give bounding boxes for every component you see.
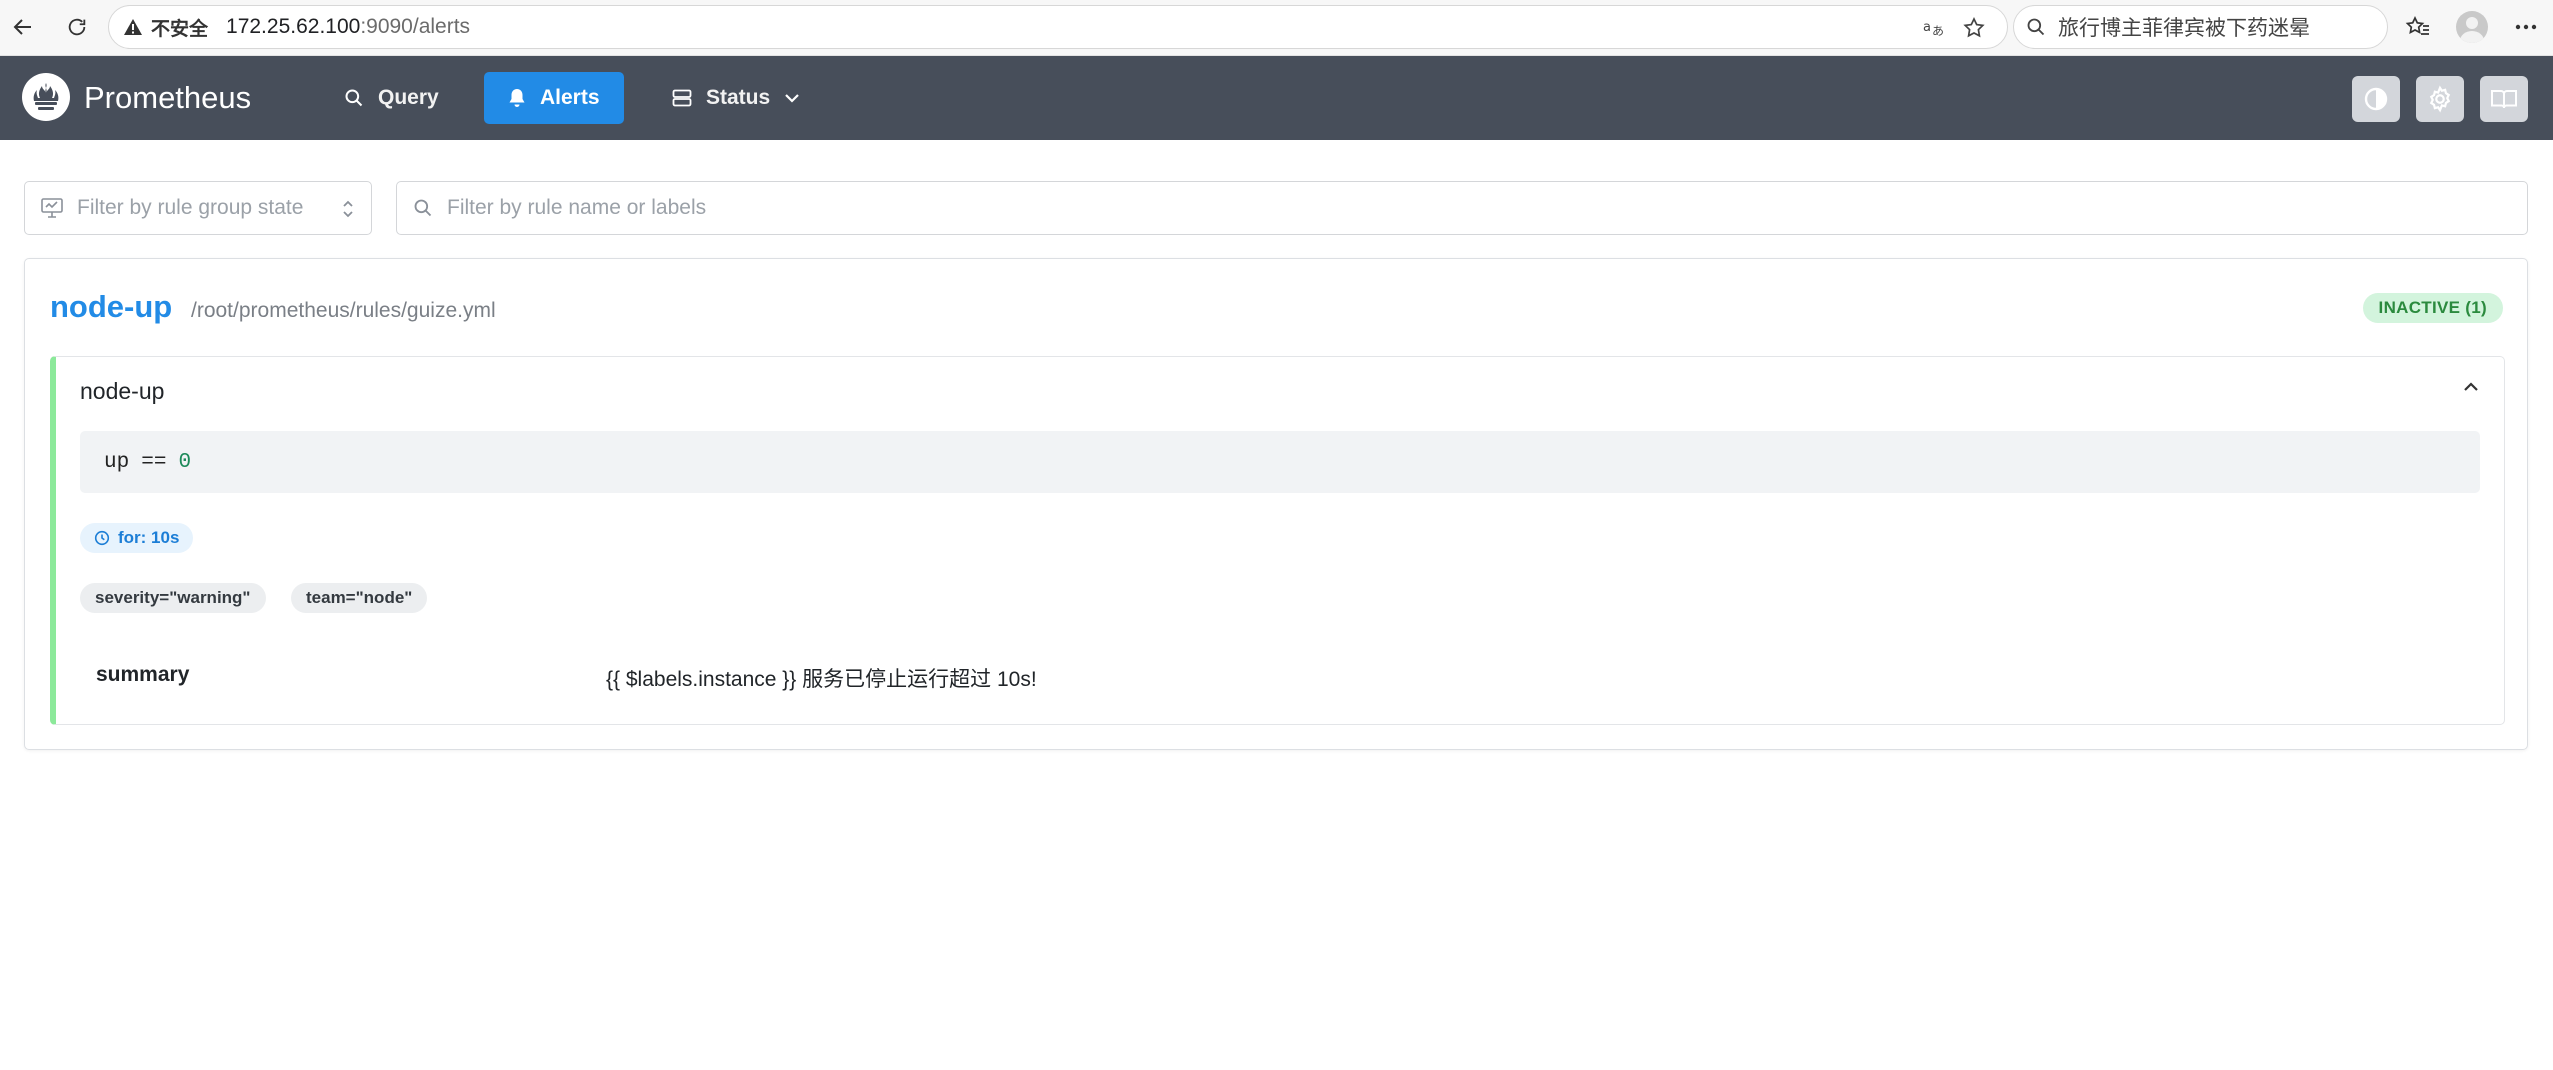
expr-metric: up: [104, 450, 130, 474]
rule-group-card: node-up /root/prometheus/rules/guize.yml…: [24, 258, 2528, 750]
rule-group-name[interactable]: node-up: [50, 289, 172, 325]
nav-status-dropdown[interactable]: Status: [648, 72, 824, 124]
back-button[interactable]: [6, 10, 40, 44]
monitor-icon: [41, 198, 63, 218]
expr-value: 0: [178, 450, 192, 474]
search-icon: [414, 199, 432, 217]
for-duration-label: for: 10s: [118, 528, 180, 547]
rule-expression: up == 0: [80, 431, 2480, 493]
reload-icon: [68, 18, 86, 36]
address-bar[interactable]: 不安全 172.25.62.100:9090/alerts aあ: [108, 5, 2008, 49]
contrast-icon: [2364, 87, 2388, 111]
app-header: Prometheus Query Alerts Status: [0, 56, 2553, 140]
settings-button[interactable]: [2416, 76, 2464, 122]
rule-search-input[interactable]: [447, 196, 2347, 220]
nav-query[interactable]: Query: [320, 72, 463, 124]
warning-icon: [124, 19, 142, 35]
svg-text:あ: あ: [1932, 24, 1944, 38]
bell-icon: [509, 89, 525, 107]
search-icon: [345, 89, 363, 107]
rule-group-state-filter[interactable]: Filter by rule group state: [24, 181, 372, 235]
nav-query-label: Query: [378, 86, 439, 109]
prometheus-logo-icon[interactable]: [22, 73, 70, 121]
theme-toggle-button[interactable]: [2352, 76, 2400, 122]
more-dots-icon: [2515, 24, 2537, 30]
reload-button[interactable]: [60, 10, 94, 44]
search-icon: [2027, 18, 2045, 36]
book-icon: [2491, 90, 2517, 109]
translate-icon[interactable]: aあ: [1921, 15, 1947, 41]
favorites-button[interactable]: [2400, 9, 2436, 45]
annotation-value: {{ $labels.instance }} 服务已停止运行超过 10s!: [606, 668, 1037, 691]
nav-status-label: Status: [706, 86, 771, 109]
brand-title[interactable]: Prometheus: [84, 80, 251, 116]
search-text: 旅行博主菲律宾被下药迷晕: [2058, 17, 2310, 40]
expr-operator: ==: [141, 450, 167, 474]
favorite-star-icon[interactable]: [1961, 15, 1987, 41]
insecure-label: 不安全: [151, 18, 209, 40]
clock-icon: [94, 530, 110, 546]
chevron-up-icon[interactable]: [2462, 381, 2480, 393]
state-filter-placeholder: Filter by rule group state: [77, 196, 304, 219]
label-badge-team: team="node": [291, 583, 428, 613]
browser-search-box[interactable]: 旅行博主菲律宾被下药迷晕: [2013, 5, 2388, 49]
annotation-key: summary: [96, 663, 190, 686]
chevron-up-down-icon: [343, 200, 353, 218]
arrow-left-icon: [13, 19, 31, 35]
status-badge: INACTIVE (1): [2362, 293, 2503, 323]
rule-group-file-path: /root/prometheus/rules/guize.yml: [191, 299, 496, 322]
documentation-button[interactable]: [2480, 76, 2528, 122]
chevron-down-icon: [785, 94, 799, 103]
avatar: [2456, 11, 2488, 43]
url-path: :9090/alerts: [360, 15, 471, 38]
alert-rule-name[interactable]: node-up: [80, 378, 164, 405]
nav-alerts[interactable]: Alerts: [484, 72, 624, 124]
nav-alerts-label: Alerts: [540, 86, 600, 109]
browser-toolbar: 不安全 172.25.62.100:9090/alerts aあ 旅行博主菲律宾…: [0, 0, 2553, 56]
more-menu-button[interactable]: [2508, 9, 2544, 45]
server-icon: [672, 89, 692, 107]
url-text: 172.25.62.100:9090/alerts: [226, 15, 470, 39]
label-badge-severity: severity="warning": [80, 583, 266, 613]
favorites-icon: [2405, 16, 2429, 35]
profile-button[interactable]: [2454, 9, 2490, 45]
svg-text:a: a: [1923, 20, 1931, 35]
gear-icon: [2429, 85, 2451, 113]
rule-search-field[interactable]: [396, 181, 2528, 235]
for-duration-badge: for: 10s: [80, 523, 194, 553]
url-host: 172.25.62.100: [226, 15, 361, 38]
security-indicator[interactable]: 不安全: [123, 14, 208, 41]
alert-rule-panel[interactable]: node-up up == 0 for: 10s severity="warni…: [50, 356, 2505, 725]
